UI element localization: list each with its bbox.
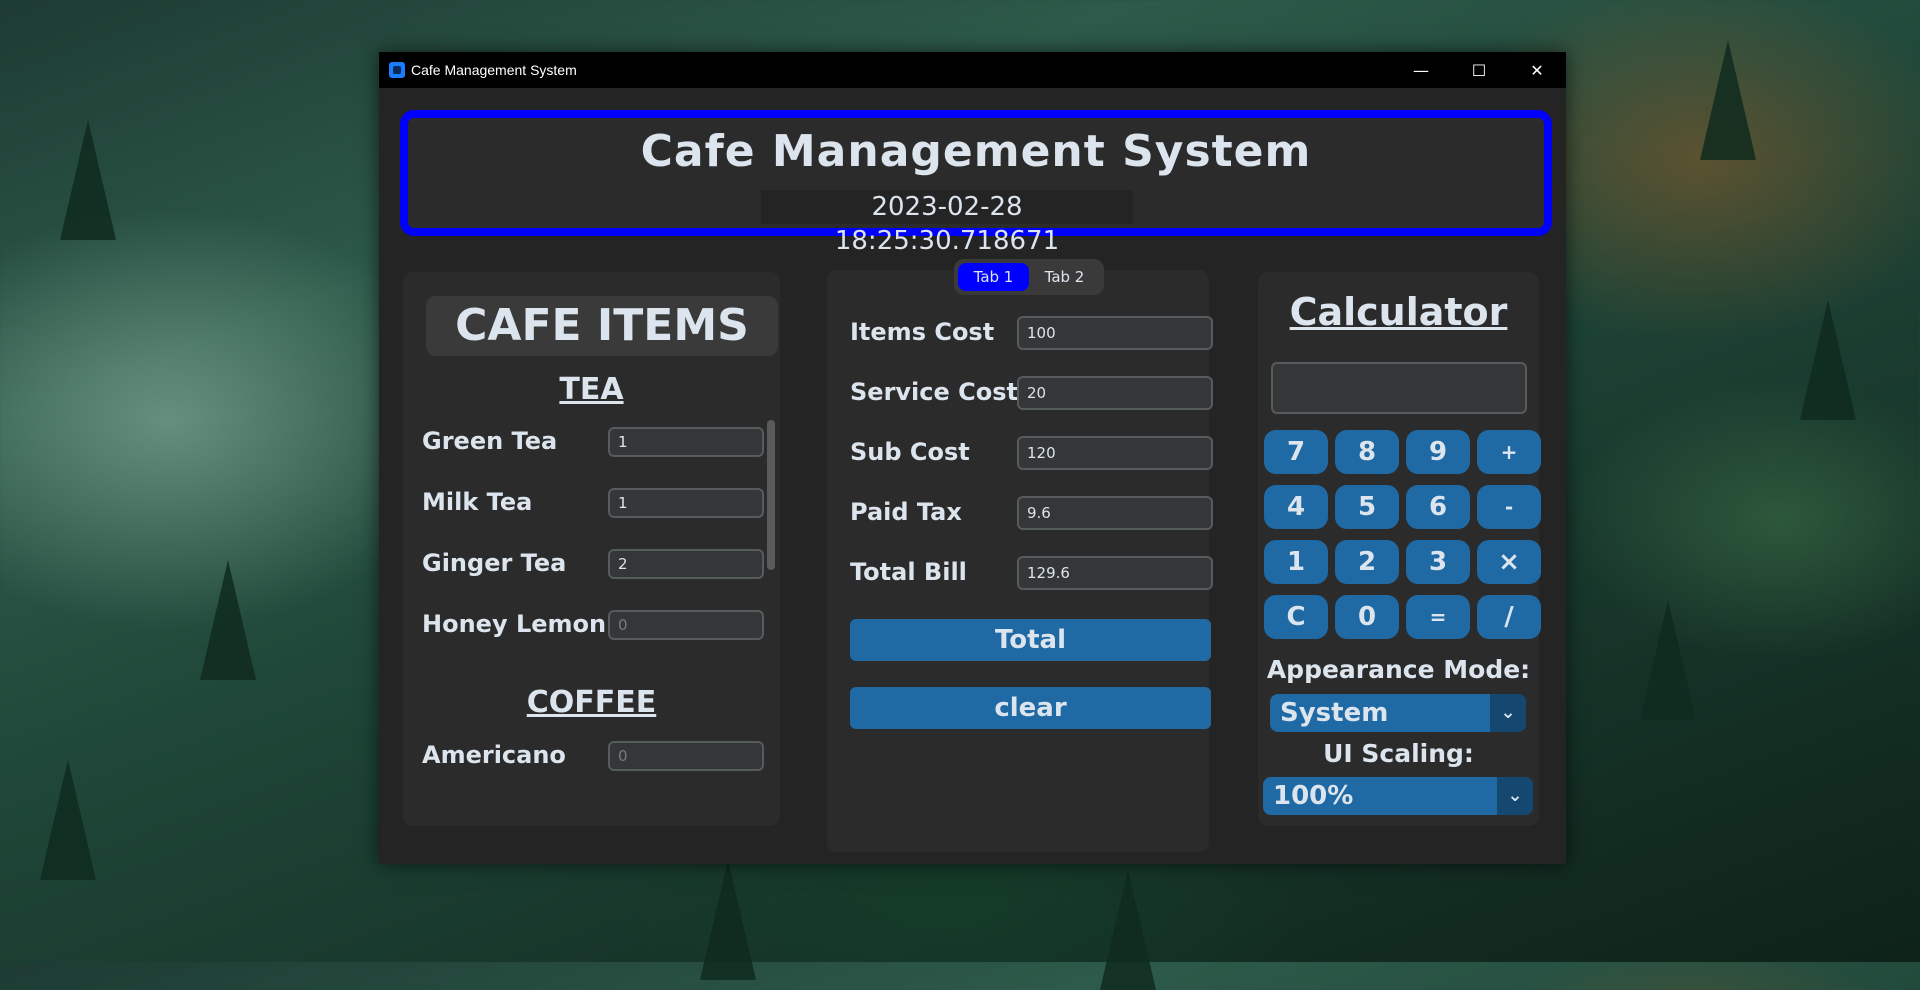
app-icon xyxy=(389,62,405,78)
wallpaper-tree xyxy=(700,860,756,980)
milk-tea-qty-input[interactable]: 1 xyxy=(608,488,764,518)
calc-key-multiply[interactable]: × xyxy=(1477,540,1541,584)
wallpaper-tree xyxy=(40,760,96,880)
calc-key-8[interactable]: 8 xyxy=(1335,430,1399,474)
calculator-panel: Calculator 7 8 9 + 4 5 6 - 1 2 3 × C 0 =… xyxy=(1258,272,1541,826)
wallpaper-tree xyxy=(60,120,116,240)
calculator-title: Calculator xyxy=(1289,290,1508,334)
items-cost-label: Items Cost xyxy=(850,318,995,346)
items-cost-field[interactable]: 100 xyxy=(1017,316,1213,350)
app-window: Cafe Management System — ☐ ✕ Cafe Manage… xyxy=(379,52,1566,864)
close-button[interactable]: ✕ xyxy=(1508,52,1566,88)
maximize-button[interactable]: ☐ xyxy=(1450,52,1508,88)
wallpaper-tree xyxy=(1640,600,1696,720)
service-cost-label: Service Cost xyxy=(850,378,1018,406)
calc-key-2[interactable]: 2 xyxy=(1335,540,1399,584)
datetime-label: 2023-02-28 18:25:30.718671 xyxy=(761,190,1133,256)
billing-panel: Items Cost 100 Service Cost 20 Sub Cost … xyxy=(827,270,1213,852)
clear-button[interactable]: clear xyxy=(850,687,1211,729)
calc-key-7[interactable]: 7 xyxy=(1264,430,1328,474)
total-bill-field[interactable]: 129.6 xyxy=(1017,556,1213,590)
paid-tax-field[interactable]: 9.6 xyxy=(1017,496,1213,530)
item-label-green-tea: Green Tea xyxy=(422,427,558,455)
tab-bar: Tab 1 Tab 2 xyxy=(954,259,1104,295)
calc-key-divide[interactable]: / xyxy=(1477,595,1541,639)
appearance-mode-label: Appearance Mode: xyxy=(1266,655,1531,684)
minimize-button[interactable]: — xyxy=(1392,52,1450,88)
cafe-items-panel[interactable]: CAFE ITEMS TEA Green Tea 1 Milk Tea 1 Gi… xyxy=(403,272,780,826)
sub-cost-field[interactable]: 120 xyxy=(1017,436,1213,470)
calc-key-9[interactable]: 9 xyxy=(1406,430,1470,474)
calc-key-plus[interactable]: + xyxy=(1477,430,1541,474)
honey-lemon-qty-input[interactable]: 0 xyxy=(608,610,764,640)
calc-key-6[interactable]: 6 xyxy=(1406,485,1470,529)
ui-scaling-select[interactable]: 100% ⌄ xyxy=(1263,777,1533,815)
calc-key-0[interactable]: 0 xyxy=(1335,595,1399,639)
tab-2[interactable]: Tab 2 xyxy=(1029,263,1100,291)
calc-key-5[interactable]: 5 xyxy=(1335,485,1399,529)
calc-key-equals[interactable]: = xyxy=(1406,595,1470,639)
item-label-ginger-tea: Ginger Tea xyxy=(422,549,567,577)
window-title: Cafe Management System xyxy=(411,62,577,78)
item-label-americano: Americano xyxy=(422,741,566,769)
appearance-mode-select[interactable]: System ⌄ xyxy=(1270,694,1526,732)
green-tea-qty-input[interactable]: 1 xyxy=(608,427,764,457)
wallpaper-tree xyxy=(1700,40,1756,160)
coffee-heading: COFFEE xyxy=(526,685,657,720)
total-bill-label: Total Bill xyxy=(850,558,967,586)
calc-key-clear[interactable]: C xyxy=(1264,595,1328,639)
calc-key-4[interactable]: 4 xyxy=(1264,485,1328,529)
wallpaper-tree xyxy=(1800,300,1856,420)
tea-heading: TEA xyxy=(559,372,624,407)
tab-1[interactable]: Tab 1 xyxy=(958,263,1029,291)
items-scrollbar[interactable] xyxy=(767,420,775,570)
title-bar[interactable]: Cafe Management System — ☐ ✕ xyxy=(379,52,1566,88)
calculator-display[interactable] xyxy=(1271,362,1527,414)
americano-qty-input[interactable]: 0 xyxy=(608,741,764,771)
calc-key-1[interactable]: 1 xyxy=(1264,540,1328,584)
page-title: Cafe Management System xyxy=(640,126,1312,177)
cafe-items-title: CAFE ITEMS xyxy=(426,296,778,356)
paid-tax-label: Paid Tax xyxy=(850,498,962,526)
ui-scaling-value: 100% xyxy=(1273,781,1354,811)
item-label-milk-tea: Milk Tea xyxy=(422,488,533,516)
wallpaper-tree xyxy=(1100,870,1156,990)
calc-key-3[interactable]: 3 xyxy=(1406,540,1470,584)
ui-scaling-label: UI Scaling: xyxy=(1323,739,1474,768)
ginger-tea-qty-input[interactable]: 2 xyxy=(608,549,764,579)
item-label-honey-lemon: Honey Lemon xyxy=(422,610,607,638)
sub-cost-label: Sub Cost xyxy=(850,438,970,466)
wallpaper-tree xyxy=(200,560,256,680)
chevron-down-icon[interactable]: ⌄ xyxy=(1490,694,1526,732)
service-cost-field[interactable]: 20 xyxy=(1017,376,1213,410)
appearance-mode-value: System xyxy=(1280,698,1389,728)
chevron-down-icon[interactable]: ⌄ xyxy=(1497,777,1533,815)
total-button[interactable]: Total xyxy=(850,619,1211,661)
calc-key-minus[interactable]: - xyxy=(1477,485,1541,529)
